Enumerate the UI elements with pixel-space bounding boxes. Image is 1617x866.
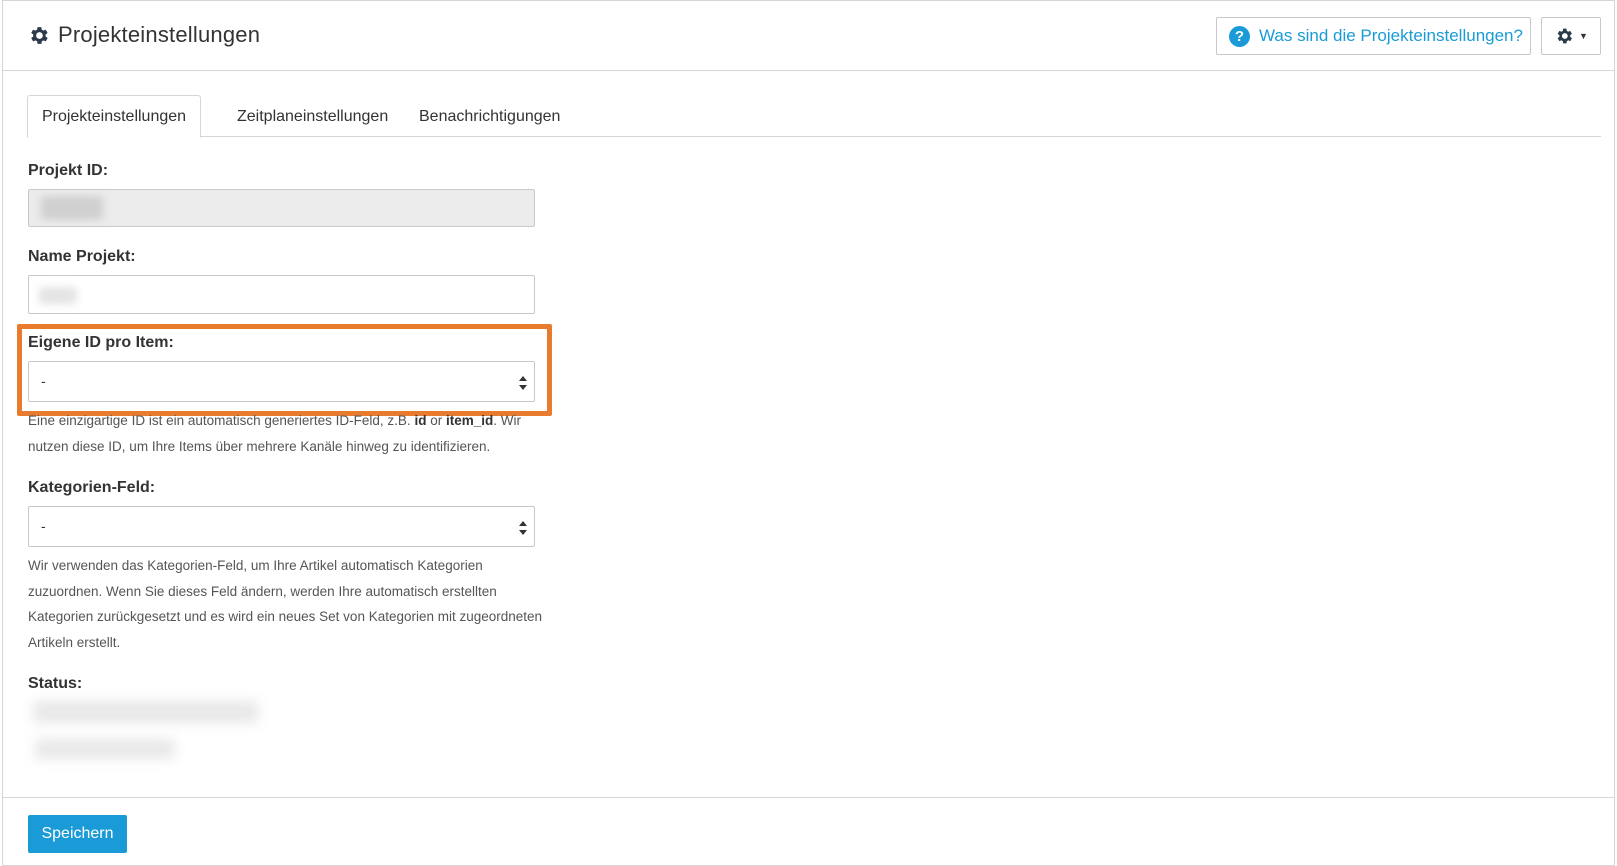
settings-tabs: Projekteinstellungen Zeitplaneinstellung… (27, 95, 1601, 138)
category-field-select-value: - (41, 518, 46, 534)
page-title-text: Projekteinstellungen (58, 22, 261, 47)
sort-arrows-icon (519, 521, 527, 535)
project-settings-panel: Projekteinstellungen ? Was sind die Proj… (2, 0, 1615, 866)
tab-notifications[interactable]: Benachrichtigungen (404, 95, 575, 138)
sort-arrows-icon (519, 376, 527, 390)
tab-project-settings[interactable]: Projekteinstellungen (27, 95, 201, 138)
page-header: Projekteinstellungen ? Was sind die Proj… (3, 1, 1614, 71)
project-id-field (28, 189, 535, 227)
footer-divider (3, 797, 1614, 798)
project-name-field[interactable] (28, 275, 535, 314)
tab-schedule-settings[interactable]: Zeitplaneinstellungen (222, 95, 403, 138)
category-field-label: Kategorien-Feld: (28, 479, 156, 496)
category-field-help-text: Wir verwenden das Kategorien-Feld, um Ih… (28, 558, 543, 650)
project-id-label: Projekt ID: (28, 162, 109, 179)
status-label: Status: (28, 675, 83, 692)
custom-id-help-text: Eine einzigartige ID ist ein automatisch… (28, 413, 521, 454)
custom-id-select-value: - (41, 373, 46, 389)
settings-menu-button[interactable]: ▼ (1541, 17, 1601, 55)
blurred-status-line (35, 739, 175, 759)
category-field-select[interactable]: - (28, 506, 535, 547)
save-button[interactable]: Speichern (28, 815, 127, 853)
custom-id-select[interactable]: - (28, 361, 535, 402)
question-circle-icon: ? (1229, 25, 1250, 47)
blurred-value (39, 287, 77, 304)
project-name-label: Name Projekt: (28, 248, 136, 265)
page-title: Projekteinstellungen (27, 22, 260, 48)
custom-id-label: Eigene ID pro Item: (28, 334, 174, 351)
blurred-value (41, 196, 103, 220)
gear-icon (31, 26, 48, 44)
caret-down-icon: ▼ (1579, 31, 1588, 41)
help-button-label: Was sind die Projekteinstellungen? (1259, 26, 1523, 45)
help-button[interactable]: ? Was sind die Projekteinstellungen? (1216, 17, 1531, 55)
gear-icon (1557, 28, 1573, 44)
blurred-status-line (33, 701, 258, 723)
